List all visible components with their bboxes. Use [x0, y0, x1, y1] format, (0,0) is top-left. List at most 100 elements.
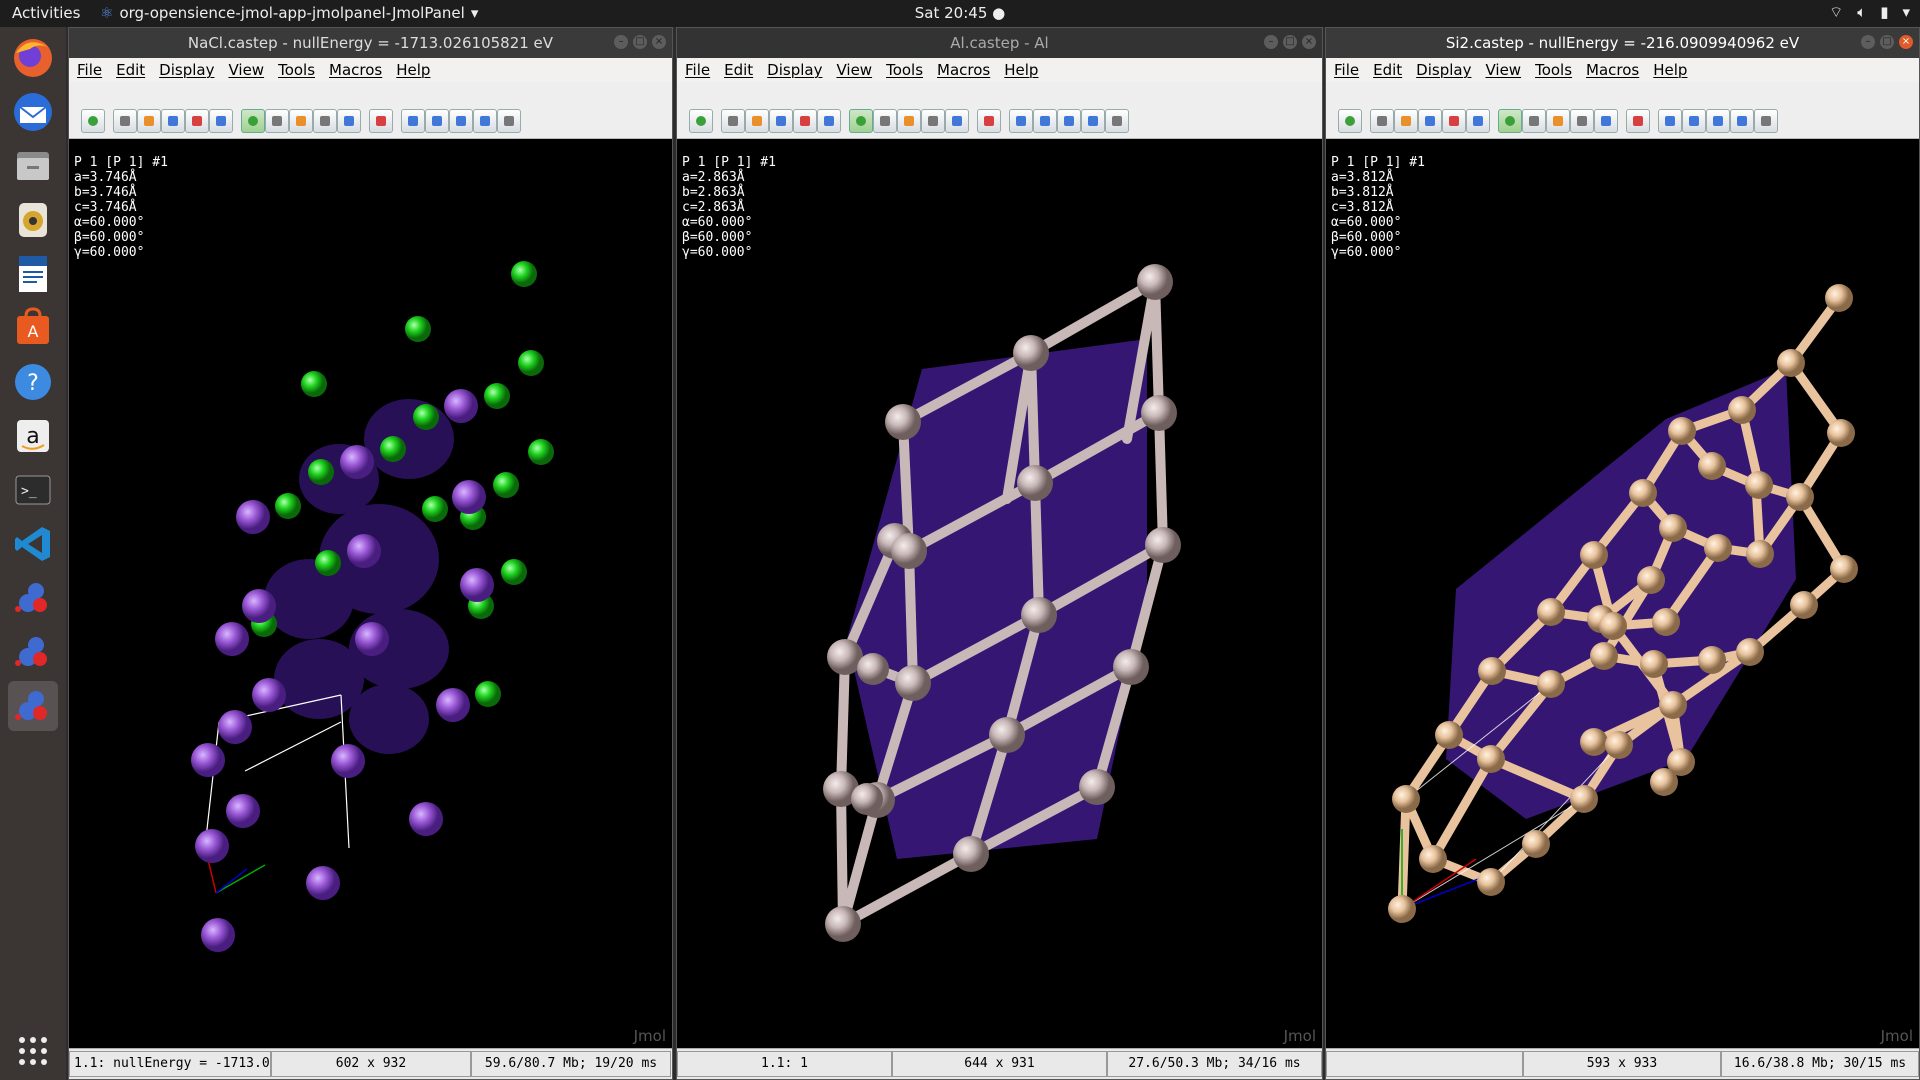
menu-help[interactable]: Help — [1653, 61, 1687, 79]
jmol-window-al[interactable]: Al.castep - Al – □ × File Edit Display View To… — [676, 27, 1323, 1080]
menu-view[interactable]: View — [228, 61, 264, 79]
prev-frame-icon[interactable] — [1682, 109, 1706, 133]
open-file-icon[interactable] — [689, 109, 713, 133]
animate-icon[interactable] — [1105, 109, 1129, 133]
vscode-icon[interactable] — [8, 519, 58, 569]
print-icon[interactable] — [817, 109, 841, 133]
jmol-icon[interactable] — [8, 573, 58, 623]
search-icon[interactable] — [1418, 109, 1442, 133]
home-icon[interactable] — [1626, 109, 1650, 133]
pointer-icon[interactable] — [873, 109, 897, 133]
terminal-icon[interactable]: >_ — [8, 465, 58, 515]
rotate-icon[interactable] — [1498, 109, 1522, 133]
writer-icon[interactable] — [8, 249, 58, 299]
spin-icon[interactable] — [945, 109, 969, 133]
home-icon[interactable] — [369, 109, 393, 133]
jmol-window-nacl[interactable]: NaCl.castep - nullEnergy = -1713.0261058… — [68, 27, 673, 1080]
print-icon[interactable] — [1466, 109, 1490, 133]
render-icon[interactable] — [745, 109, 769, 133]
jmol-icon[interactable] — [8, 627, 58, 677]
maximize-icon[interactable]: □ — [633, 35, 647, 49]
next-frame-icon[interactable] — [1057, 109, 1081, 133]
ruler-icon[interactable] — [289, 109, 313, 133]
maximize-icon[interactable]: □ — [1283, 35, 1297, 49]
menu-display[interactable]: Display — [159, 61, 214, 79]
menu-tools[interactable]: Tools — [886, 61, 923, 79]
first-frame-icon[interactable] — [1009, 109, 1033, 133]
menu-help[interactable]: Help — [396, 61, 430, 79]
close-icon[interactable]: × — [1302, 35, 1316, 49]
menu-view[interactable]: View — [1485, 61, 1521, 79]
search-icon[interactable] — [769, 109, 793, 133]
menu-file[interactable]: File — [77, 61, 102, 79]
zoom-icon[interactable] — [1570, 109, 1594, 133]
app-menu[interactable]: ⚛ org-opensience-jmol-app-jmolpanel-Jmol… — [100, 4, 478, 22]
next-frame-icon[interactable] — [1706, 109, 1730, 133]
spin-icon[interactable] — [1594, 109, 1618, 133]
first-frame-icon[interactable] — [401, 109, 425, 133]
ruler-icon[interactable] — [1546, 109, 1570, 133]
menu-edit[interactable]: Edit — [1373, 61, 1402, 79]
render-icon[interactable] — [1394, 109, 1418, 133]
molecule-viewport[interactable]: P 1 [P 1] #1 a=2.863Å b=2.863Å c=2.863Å α=60… — [677, 139, 1322, 1049]
jmol-window-si2[interactable]: Si2.castep - nullEnergy = -216.090994096… — [1325, 27, 1920, 1080]
last-frame-icon[interactable] — [1081, 109, 1105, 133]
software-icon[interactable]: A — [8, 303, 58, 353]
open-file-icon[interactable] — [81, 109, 105, 133]
close-icon[interactable]: × — [652, 35, 666, 49]
animate-icon[interactable] — [497, 109, 521, 133]
open-file-icon[interactable] — [1338, 109, 1362, 133]
menu-view[interactable]: View — [836, 61, 872, 79]
minimize-icon[interactable]: – — [1264, 35, 1278, 49]
window-titlebar[interactable]: Si2.castep - nullEnergy = -216.090994096… — [1326, 28, 1919, 58]
menu-macros[interactable]: Macros — [1586, 61, 1639, 79]
show-applications-icon[interactable] — [18, 1036, 48, 1066]
ruler-icon[interactable] — [897, 109, 921, 133]
menu-edit[interactable]: Edit — [116, 61, 145, 79]
pdf-icon[interactable] — [185, 109, 209, 133]
menu-display[interactable]: Display — [767, 61, 822, 79]
render-icon[interactable] — [137, 109, 161, 133]
molecule-viewport[interactable]: P 1 [P 1] #1 a=3.812Å b=3.812Å c=3.812Å α=60… — [1326, 139, 1919, 1049]
minimize-icon[interactable]: – — [1861, 35, 1875, 49]
animate-icon[interactable] — [1754, 109, 1778, 133]
first-frame-icon[interactable] — [1658, 109, 1682, 133]
firefox-icon[interactable] — [8, 33, 58, 83]
spin-icon[interactable] — [337, 109, 361, 133]
print-icon[interactable] — [209, 109, 233, 133]
menu-help[interactable]: Help — [1004, 61, 1038, 79]
pdf-icon[interactable] — [1442, 109, 1466, 133]
molecule-viewport[interactable]: P 1 [P 1] #1 a=3.746Å b=3.746Å c=3.746Å α=60… — [69, 139, 672, 1049]
menu-display[interactable]: Display — [1416, 61, 1471, 79]
zoom-icon[interactable] — [921, 109, 945, 133]
help-icon[interactable]: ? — [8, 357, 58, 407]
rhythmbox-icon[interactable] — [8, 195, 58, 245]
system-tray[interactable]: ⌔ 🔈︎ ▮ ▾ — [1829, 3, 1910, 22]
last-frame-icon[interactable] — [1730, 109, 1754, 133]
menu-file[interactable]: File — [685, 61, 710, 79]
next-frame-icon[interactable] — [449, 109, 473, 133]
home-icon[interactable] — [977, 109, 1001, 133]
clock[interactable]: Sat 20:45 ● — [915, 4, 1005, 22]
close-icon[interactable]: × — [1899, 35, 1913, 49]
menu-macros[interactable]: Macros — [937, 61, 990, 79]
prev-frame-icon[interactable] — [425, 109, 449, 133]
jmol-icon[interactable] — [8, 681, 58, 731]
pdf-icon[interactable] — [793, 109, 817, 133]
menu-macros[interactable]: Macros — [329, 61, 382, 79]
search-icon[interactable] — [161, 109, 185, 133]
pointer-icon[interactable] — [1522, 109, 1546, 133]
amazon-icon[interactable]: a — [8, 411, 58, 461]
rotate-icon[interactable] — [241, 109, 265, 133]
last-frame-icon[interactable] — [473, 109, 497, 133]
screenshot-icon[interactable] — [721, 109, 745, 133]
thunderbird-icon[interactable] — [8, 87, 58, 137]
rotate-icon[interactable] — [849, 109, 873, 133]
menu-tools[interactable]: Tools — [1535, 61, 1572, 79]
prev-frame-icon[interactable] — [1033, 109, 1057, 133]
menu-tools[interactable]: Tools — [278, 61, 315, 79]
files-icon[interactable] — [8, 141, 58, 191]
screenshot-icon[interactable] — [113, 109, 137, 133]
screenshot-icon[interactable] — [1370, 109, 1394, 133]
window-titlebar[interactable]: NaCl.castep - nullEnergy = -1713.0261058… — [69, 28, 672, 58]
